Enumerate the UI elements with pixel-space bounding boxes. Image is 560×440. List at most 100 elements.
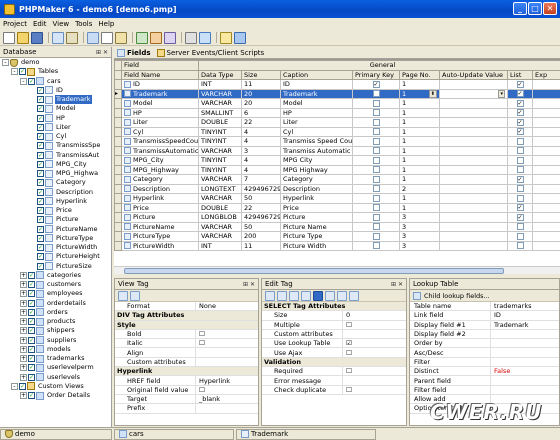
page-no-cell[interactable]: 1: [399, 155, 440, 166]
list-checkbox[interactable]: ✓: [516, 118, 524, 126]
pin-icon[interactable]: ⊞ ✕: [391, 281, 403, 288]
property-value[interactable]: [342, 376, 406, 385]
property-value[interactable]: [195, 404, 258, 413]
size-cell[interactable]: 50: [241, 221, 281, 232]
table-row[interactable]: Model VARCHAR 20 Model 1 ✓: [114, 98, 560, 109]
row-indicator[interactable]: [114, 212, 122, 223]
field-name-cell[interactable]: Cyl: [121, 126, 199, 137]
tree-item[interactable]: - demo: [0, 58, 111, 67]
browse-icon[interactable]: [199, 31, 211, 44]
tree-item[interactable]: + ✓ employees: [0, 289, 111, 298]
tree-item[interactable]: + ✓ customers: [0, 280, 111, 289]
expand-icon[interactable]: +: [20, 336, 27, 344]
list-checkbox[interactable]: [516, 242, 524, 250]
property-value[interactable]: None: [195, 302, 258, 311]
primary-key-cell[interactable]: [352, 88, 400, 99]
field-name-cell[interactable]: Price: [121, 202, 199, 213]
data-type-cell[interactable]: VARCHAR: [198, 98, 242, 109]
page-no-cell[interactable]: 1: [399, 202, 440, 213]
auto-update-cell[interactable]: [439, 221, 508, 232]
table-row[interactable]: Hyperlink VARCHAR 50 Hyperlink 1: [114, 193, 560, 204]
checkbox-icon[interactable]: ✓: [28, 336, 35, 344]
list-cell[interactable]: [507, 183, 533, 194]
pin-icon[interactable]: ⊞ ✕: [96, 49, 108, 56]
property-value[interactable]: [195, 357, 258, 367]
caption-cell[interactable]: MPG City: [280, 155, 353, 166]
caption-cell[interactable]: Picture Width: [280, 240, 353, 251]
tree-item[interactable]: ✓ Category: [0, 178, 111, 187]
size-cell[interactable]: 4294967295: [241, 183, 281, 194]
primary-key-checkbox[interactable]: [372, 90, 380, 98]
export-cell[interactable]: [532, 126, 560, 137]
export-cell[interactable]: [532, 136, 560, 147]
tree-item[interactable]: ✓ PictureName: [0, 225, 111, 234]
property-value[interactable]: [490, 357, 559, 367]
property-value[interactable]: ☐: [342, 367, 406, 376]
tree-item[interactable]: + ✓ userlevelperm: [0, 363, 111, 372]
property-value[interactable]: [490, 339, 559, 348]
property-row[interactable]: Asc/Desc: [410, 348, 559, 358]
page-no-cell[interactable]: 3: [399, 212, 440, 223]
list-checkbox[interactable]: [516, 232, 524, 240]
menu-project[interactable]: Project: [3, 20, 27, 28]
size-cell[interactable]: 3: [241, 145, 281, 156]
list-cell[interactable]: [507, 231, 533, 242]
checkbox-icon[interactable]: ✓: [37, 244, 44, 252]
table-row[interactable]: Cyl TINYINT 4 Cyl 1 ✓: [114, 126, 560, 137]
field-name-cell[interactable]: PictureWidth: [121, 240, 199, 251]
child-lookup-button[interactable]: Child lookup fields...: [413, 291, 490, 300]
size-cell[interactable]: 20: [241, 98, 281, 109]
caption-cell[interactable]: Price: [280, 202, 353, 213]
checkbox-icon[interactable]: ✓: [37, 105, 44, 113]
list-checkbox[interactable]: [516, 166, 524, 174]
page-no-cell[interactable]: 1: [399, 126, 440, 137]
auto-update-cell[interactable]: [439, 212, 508, 223]
property-category[interactable]: DIV Tag Attributes: [115, 311, 258, 321]
row-indicator[interactable]: [114, 126, 122, 137]
row-indicator[interactable]: [114, 231, 122, 242]
list-checkbox[interactable]: [516, 223, 524, 231]
primary-key-checkbox[interactable]: [372, 166, 380, 174]
expand-icon[interactable]: +: [20, 373, 27, 381]
size-cell[interactable]: 6: [241, 107, 281, 118]
checkbox-icon[interactable]: ✓: [37, 86, 44, 94]
size-cell[interactable]: 4: [241, 164, 281, 175]
checkbox-icon[interactable]: ✓: [19, 68, 26, 76]
export-cell[interactable]: [532, 240, 560, 251]
caption-cell[interactable]: Liter: [280, 117, 353, 128]
tree-item[interactable]: ✓ Price: [0, 206, 111, 215]
table-row[interactable]: PictureWidth INT 11 Picture Width 3: [114, 240, 560, 251]
field-name-cell[interactable]: Hyperlink: [121, 193, 199, 204]
primary-key-checkbox[interactable]: [372, 137, 380, 145]
page-no-cell[interactable]: 3: [399, 231, 440, 242]
list-checkbox[interactable]: [516, 156, 524, 164]
data-type-cell[interactable]: VARCHAR: [198, 231, 242, 242]
property-category[interactable]: Hyperlink: [115, 367, 258, 377]
file-icon[interactable]: [337, 290, 347, 301]
caption-cell[interactable]: Picture: [280, 212, 353, 223]
checkbox-icon[interactable]: ✓: [28, 327, 35, 335]
primary-key-checkbox[interactable]: ✓: [372, 80, 380, 88]
property-value[interactable]: _blank: [195, 394, 258, 404]
checkbox-icon[interactable]: ✓: [28, 373, 35, 381]
field-name-cell[interactable]: MPG_City: [121, 155, 199, 166]
export-cell[interactable]: [532, 79, 560, 90]
auto-update-cell[interactable]: [439, 193, 508, 204]
password-icon[interactable]: [277, 290, 287, 301]
size-cell[interactable]: 7: [241, 174, 281, 185]
table-row[interactable]: TransmissAutomatic VARCHAR 3 Transmiss Auto…: [114, 145, 560, 156]
row-indicator[interactable]: [114, 193, 122, 204]
field-name-cell[interactable]: MPG_Highway: [121, 164, 199, 175]
checkbox-icon[interactable]: ✓: [37, 160, 44, 168]
size-cell[interactable]: 50: [241, 193, 281, 204]
copy-icon[interactable]: [101, 31, 113, 44]
checkbox-icon[interactable]: ✓: [28, 345, 35, 353]
list-checkbox[interactable]: ✓: [516, 90, 524, 98]
primary-key-checkbox[interactable]: [372, 175, 380, 183]
row-indicator[interactable]: [114, 155, 122, 166]
checkbox-icon[interactable]: [301, 290, 311, 301]
table-row[interactable]: DescriptionLONGTEXT4294967295Description…: [114, 183, 560, 194]
column-header[interactable]: Size: [241, 69, 281, 80]
auto-update-cell[interactable]: [439, 126, 508, 137]
checkbox-icon[interactable]: ✓: [37, 262, 44, 270]
